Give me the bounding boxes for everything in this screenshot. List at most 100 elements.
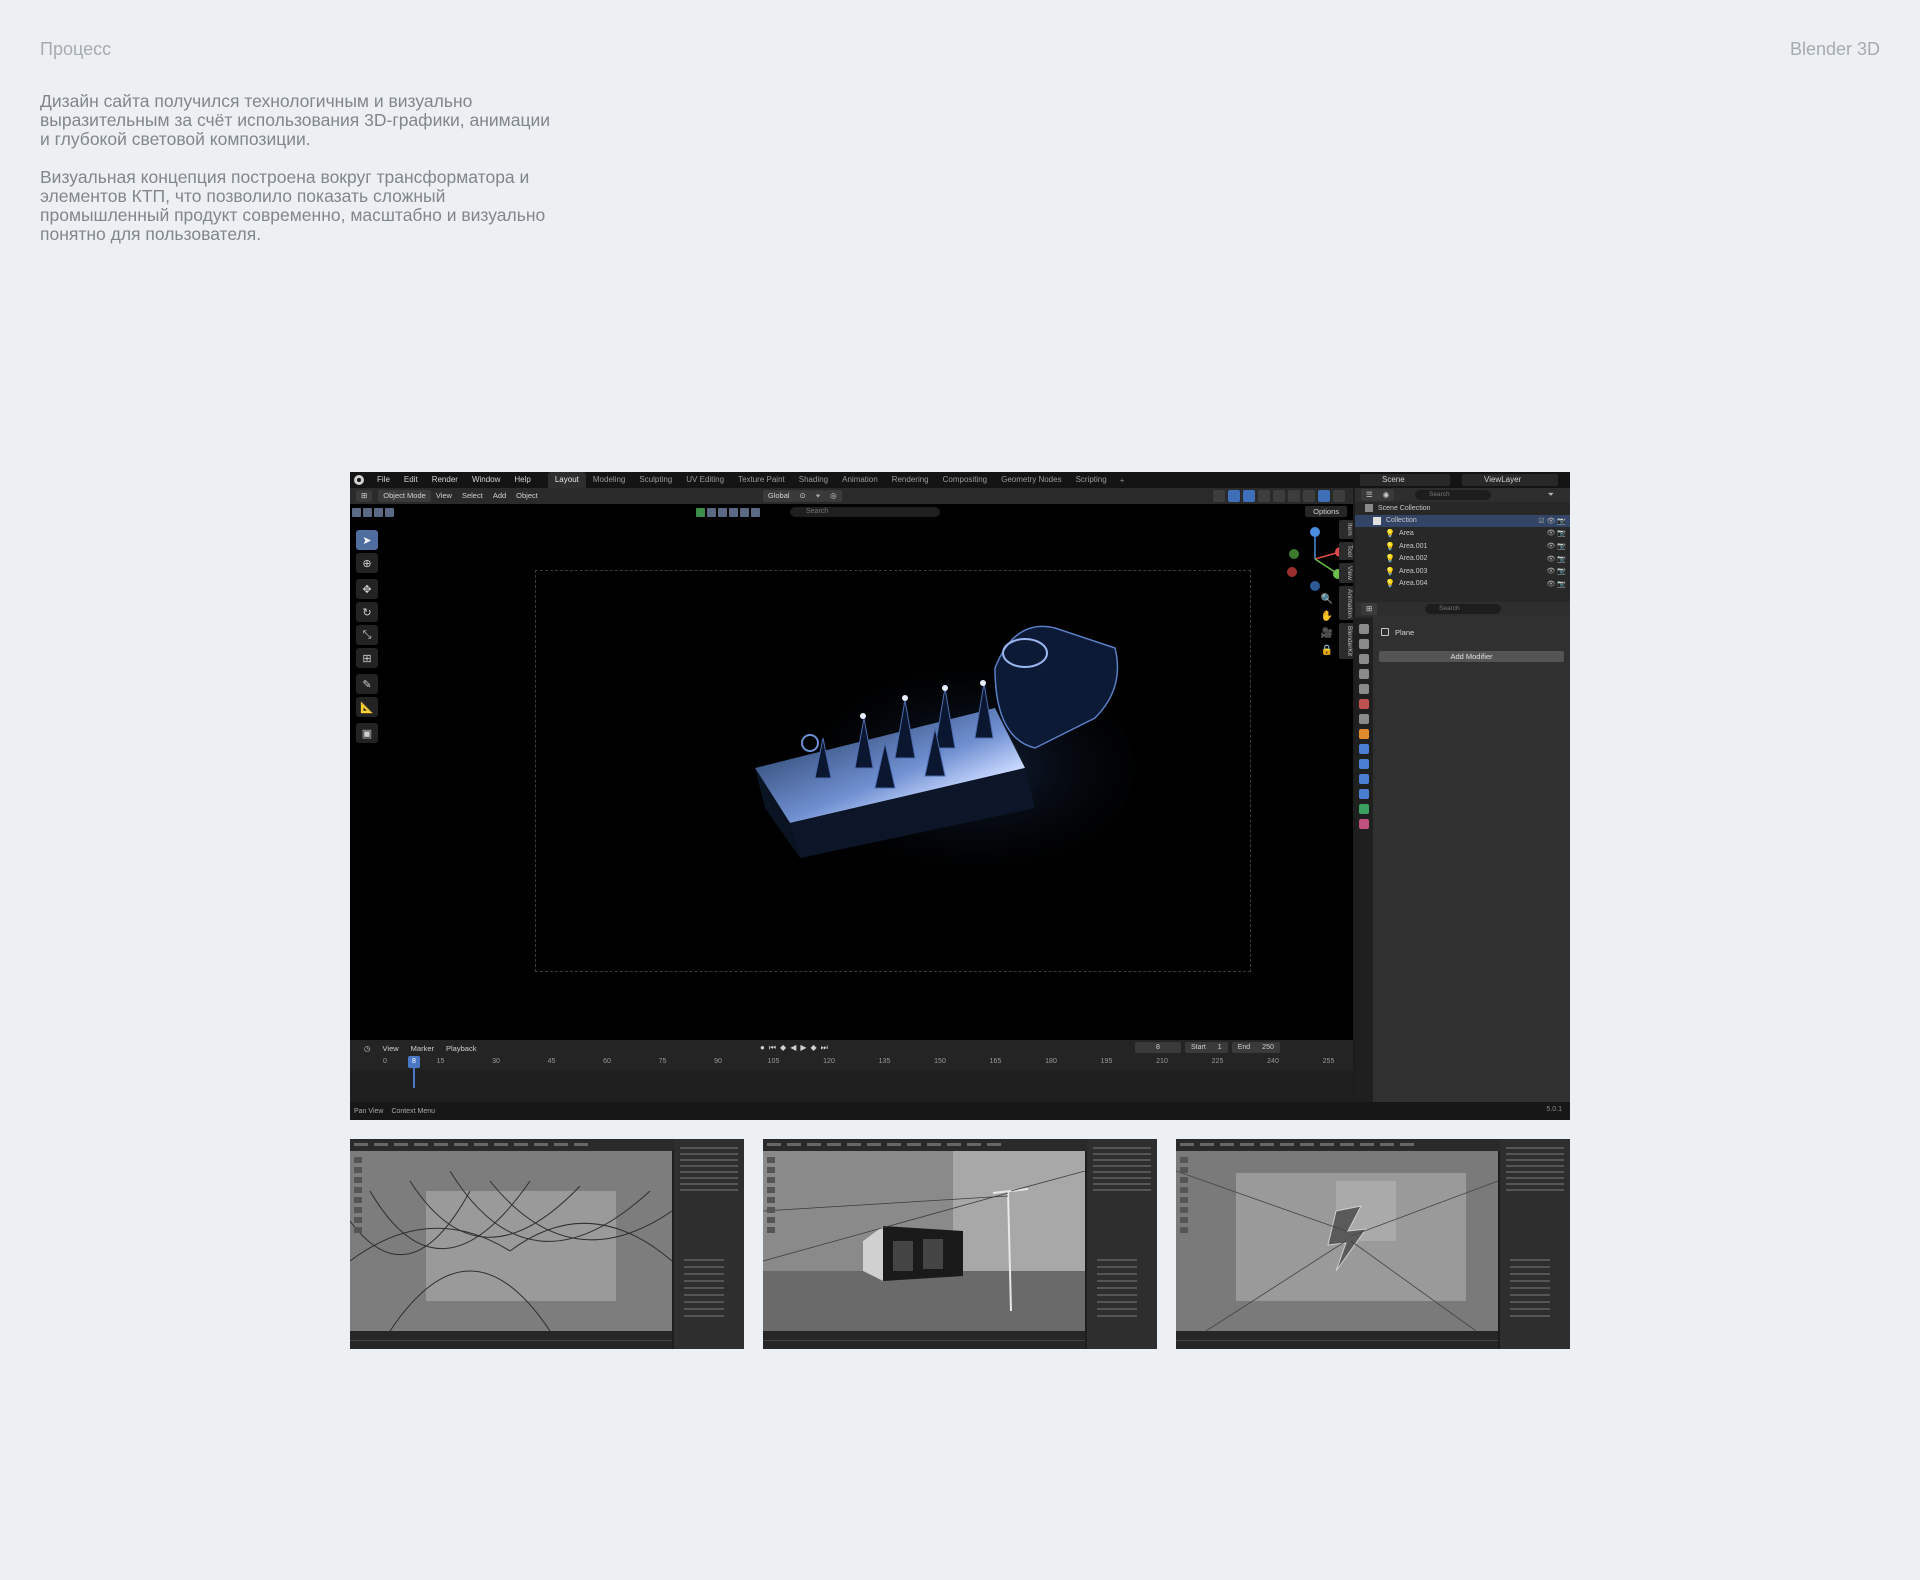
pan-hand-icon[interactable]: ✋ bbox=[1320, 611, 1334, 622]
solid-shading-icon[interactable] bbox=[1288, 490, 1300, 502]
add-modifier-button[interactable]: Add Modifier bbox=[1379, 651, 1564, 662]
properties-search-input[interactable]: Search bbox=[1425, 604, 1501, 614]
visibility-toggles[interactable]: ☑ 👁 📷 bbox=[1538, 517, 1566, 525]
measure-tool-icon[interactable]: 📐 bbox=[356, 697, 378, 717]
tab-geometry-nodes[interactable]: Geometry Nodes bbox=[994, 472, 1068, 488]
menu-help[interactable]: Help bbox=[507, 472, 537, 488]
physics-tab-icon[interactable] bbox=[1359, 774, 1369, 784]
outliner-editor-icon[interactable]: ☰ bbox=[1361, 489, 1378, 501]
selectable-icon[interactable] bbox=[718, 507, 727, 517]
material-shading-icon[interactable] bbox=[1303, 490, 1315, 502]
select-menu[interactable]: Select bbox=[457, 490, 488, 502]
add-cube-tool-icon[interactable]: ▣ bbox=[356, 723, 378, 743]
timeline-editor-icon[interactable]: ◷ bbox=[358, 1044, 377, 1053]
snap-icon[interactable]: ⌖ bbox=[810, 490, 826, 502]
particles-tab-icon[interactable] bbox=[1359, 759, 1369, 769]
material-tab-icon[interactable] bbox=[1359, 819, 1369, 829]
light-icon[interactable] bbox=[751, 507, 760, 517]
jump-start-icon[interactable]: ⏮ bbox=[769, 1043, 776, 1053]
visibility-icon[interactable] bbox=[1213, 490, 1225, 502]
tab-modeling[interactable]: Modeling bbox=[586, 472, 632, 488]
list-item[interactable]: 💡 Area.002 👁 📷 bbox=[1355, 552, 1570, 565]
visibility-toggles[interactable]: 👁 📷 bbox=[1546, 580, 1566, 588]
list-item[interactable]: 💡 Area.003 👁 📷 bbox=[1355, 565, 1570, 578]
sidebar-tab-tool[interactable]: Tool bbox=[1339, 541, 1353, 560]
menu-render[interactable]: Render bbox=[425, 472, 465, 488]
rendered-shading-icon[interactable] bbox=[1318, 490, 1330, 502]
pivot-icon[interactable]: ⊙ bbox=[794, 490, 811, 502]
filter-icon[interactable]: ⏷ bbox=[1548, 490, 1554, 500]
scene-selector[interactable]: Scene bbox=[1360, 474, 1450, 486]
select-tool-icon[interactable]: ➤ bbox=[356, 530, 378, 550]
object-tab-icon[interactable] bbox=[1359, 729, 1369, 739]
3d-viewport[interactable]: Search Options ➤ ⊕ ✥ ↻ ⤡ ⊞ ✎ 📐 ▣ 🔍 ✋ 🎥 🔒… bbox=[350, 504, 1353, 1040]
xray-icon[interactable] bbox=[1258, 490, 1270, 502]
sidebar-tab-view[interactable]: View bbox=[1339, 562, 1353, 583]
select-box-icon[interactable] bbox=[352, 507, 361, 517]
options-dropdown[interactable]: Options bbox=[1305, 506, 1347, 517]
scale-tool-icon[interactable]: ⤡ bbox=[356, 625, 378, 645]
list-item[interactable]: 💡 Area.001 👁 📷 bbox=[1355, 540, 1570, 553]
menu-file[interactable]: File bbox=[370, 472, 397, 488]
play-reverse-icon[interactable]: ◀ bbox=[790, 1043, 796, 1053]
visibility-toggles[interactable]: 👁 📷 bbox=[1546, 567, 1566, 575]
view-layer-selector[interactable]: ViewLayer bbox=[1462, 474, 1558, 486]
annotate-tool-icon[interactable]: ✎ bbox=[356, 674, 378, 694]
data-tab-icon[interactable] bbox=[1359, 804, 1369, 814]
add-menu[interactable]: Add bbox=[488, 490, 511, 502]
tab-layout[interactable]: Layout bbox=[547, 472, 586, 488]
lock-icon[interactable]: 🔒 bbox=[1320, 645, 1334, 656]
list-item[interactable]: 💡 Area 👁 📷 bbox=[1355, 527, 1570, 540]
playhead[interactable]: 8 bbox=[408, 1056, 420, 1068]
rotate-tool-icon[interactable]: ↻ bbox=[356, 602, 378, 622]
modifier-tab-icon[interactable] bbox=[1359, 744, 1369, 754]
tab-sculpting[interactable]: Sculpting bbox=[632, 472, 679, 488]
sidebar-tab-animation[interactable]: Animation bbox=[1339, 585, 1353, 621]
select-subtract-icon[interactable] bbox=[374, 507, 383, 517]
move-tool-icon[interactable]: ✥ bbox=[356, 579, 378, 599]
menu-window[interactable]: Window bbox=[465, 472, 507, 488]
editor-type-icon[interactable]: ⊞ bbox=[356, 490, 373, 502]
sidebar-tab-item[interactable]: Item bbox=[1339, 520, 1353, 539]
current-frame-field[interactable]: 8 bbox=[1135, 1042, 1181, 1053]
tab-scripting[interactable]: Scripting bbox=[1069, 472, 1114, 488]
tab-uv-editing[interactable]: UV Editing bbox=[679, 472, 731, 488]
timeline-view-menu[interactable]: View bbox=[377, 1044, 405, 1053]
sidebar-tab-blenderkit[interactable]: BlenderKit bbox=[1339, 623, 1353, 660]
select-invert-icon[interactable] bbox=[385, 507, 394, 517]
proportional-edit-icon[interactable]: ◎ bbox=[825, 490, 842, 502]
display-mode-icon[interactable]: ◉ bbox=[1377, 489, 1395, 501]
pause-icon[interactable] bbox=[1333, 490, 1345, 502]
object-mode-dropdown[interactable]: Object Mode bbox=[378, 490, 431, 502]
view-object-types-icon[interactable] bbox=[696, 507, 705, 517]
record-icon[interactable]: ● bbox=[760, 1043, 765, 1053]
cursor-tool-icon[interactable]: ⊕ bbox=[356, 553, 378, 573]
jump-end-icon[interactable]: ⏭ bbox=[821, 1043, 828, 1053]
menu-edit[interactable]: Edit bbox=[397, 472, 425, 488]
tab-shading[interactable]: Shading bbox=[792, 472, 835, 488]
camera-view-icon[interactable]: 🎥 bbox=[1320, 628, 1334, 639]
timeline-marker-menu[interactable]: Marker bbox=[405, 1044, 440, 1053]
filter-icon[interactable] bbox=[707, 507, 716, 517]
tab-animation[interactable]: Animation bbox=[835, 472, 885, 488]
transform-tool-icon[interactable]: ⊞ bbox=[356, 648, 378, 668]
tab-texture-paint[interactable]: Texture Paint bbox=[731, 472, 792, 488]
viewport-search-input[interactable]: Search bbox=[790, 507, 940, 517]
properties-editor-icon[interactable]: ⊞ bbox=[1361, 603, 1378, 615]
visibility-toggles[interactable]: 👁 📷 bbox=[1546, 542, 1566, 550]
constraints-tab-icon[interactable] bbox=[1359, 789, 1369, 799]
prev-keyframe-icon[interactable]: ◆ bbox=[780, 1043, 786, 1053]
tool-tab-icon[interactable] bbox=[1359, 624, 1369, 634]
next-keyframe-icon[interactable]: ◆ bbox=[811, 1043, 817, 1053]
end-frame-field[interactable]: End 250 bbox=[1231, 1042, 1280, 1053]
outliner-search-input[interactable]: Search bbox=[1415, 490, 1491, 500]
scene-tab-icon[interactable] bbox=[1359, 684, 1369, 694]
start-frame-field[interactable]: Start 1 bbox=[1185, 1042, 1228, 1053]
view-menu[interactable]: View bbox=[431, 490, 457, 502]
overlay-toggle-icon[interactable] bbox=[1243, 490, 1255, 502]
frame-ruler[interactable]: 0 15 30 45 60 75 90 105 120 135 150 165 180 195 210 225… bbox=[350, 1056, 1353, 1070]
scene-collection-row[interactable]: Scene Collection bbox=[1355, 502, 1570, 515]
output-tab-icon[interactable] bbox=[1359, 654, 1369, 664]
render-icon[interactable] bbox=[729, 507, 738, 517]
blender-logo-icon[interactable] bbox=[354, 475, 364, 485]
